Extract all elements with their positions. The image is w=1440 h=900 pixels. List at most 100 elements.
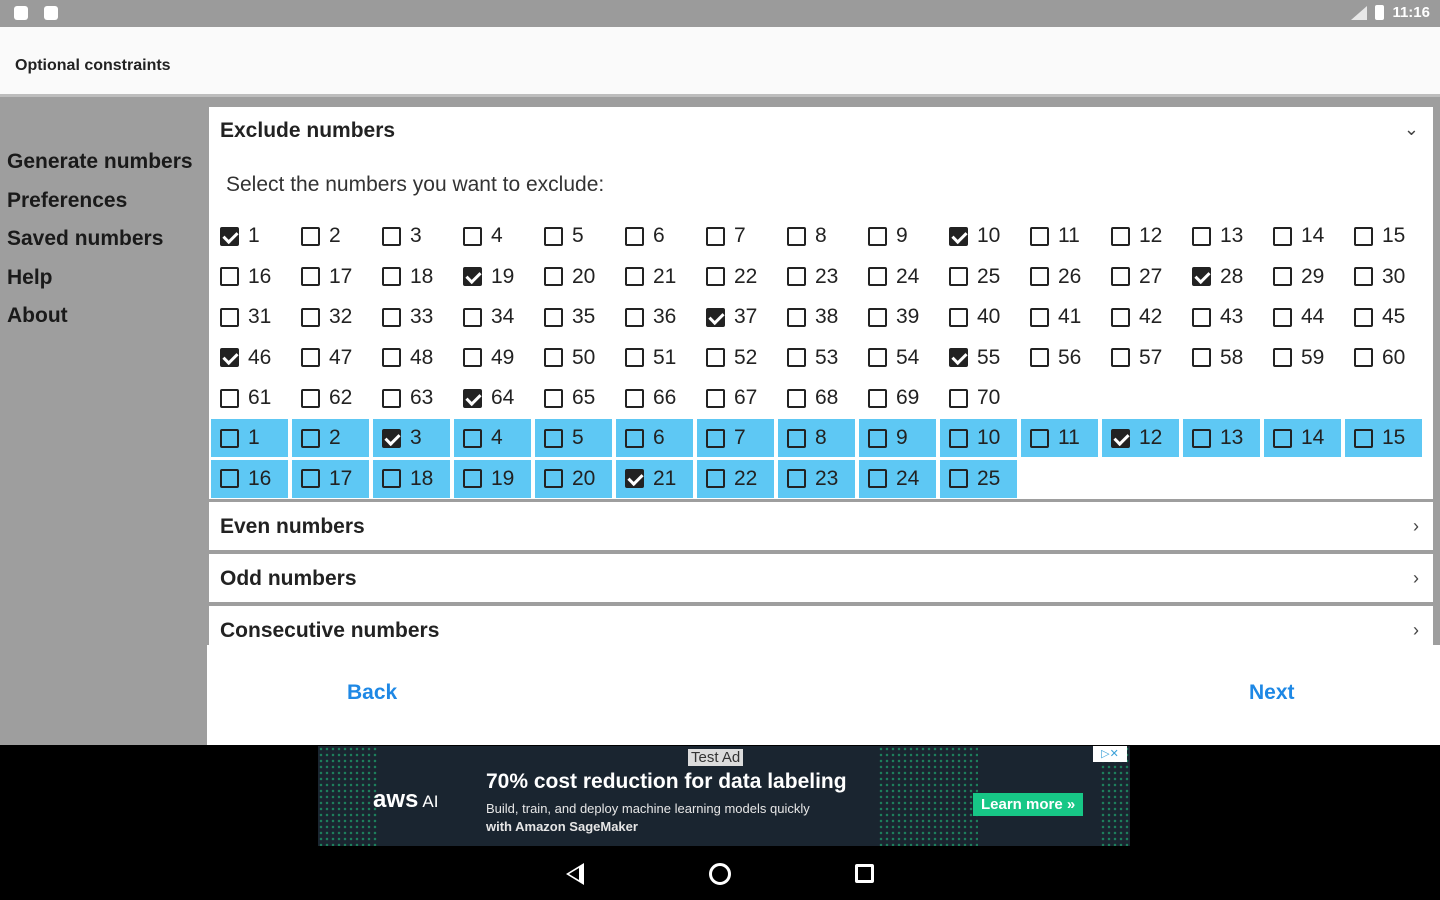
number-checkbox[interactable]: 4 (452, 216, 533, 256)
home-icon[interactable] (709, 863, 731, 885)
bonus-number-checkbox[interactable]: 14 (1264, 419, 1341, 457)
checkbox-icon[interactable] (382, 307, 401, 327)
ad-cta-button[interactable]: Learn more » (973, 793, 1084, 816)
checkbox-icon[interactable] (463, 348, 482, 367)
checkbox-icon[interactable] (949, 428, 968, 448)
checkbox-icon[interactable] (625, 267, 644, 286)
bonus-number-checkbox[interactable]: 1 (211, 419, 288, 457)
checkbox-icon[interactable] (301, 348, 320, 367)
checkbox-icon[interactable] (1030, 226, 1049, 246)
checkbox-icon[interactable] (706, 428, 725, 448)
number-checkbox[interactable]: 70 (938, 378, 1019, 418)
odd-numbers-section[interactable]: Odd numbers › (209, 554, 1433, 602)
checkbox-icon[interactable] (1111, 267, 1130, 286)
number-checkbox[interactable]: 65 (533, 378, 614, 418)
checkbox-icon[interactable] (1273, 428, 1292, 448)
checked-box-icon[interactable] (625, 469, 644, 488)
number-checkbox[interactable]: 48 (371, 338, 452, 378)
checkbox-icon[interactable] (382, 267, 401, 286)
checkbox-icon[interactable] (868, 226, 887, 246)
number-checkbox[interactable]: 62 (290, 378, 371, 418)
bonus-number-checkbox[interactable]: 20 (535, 459, 612, 498)
checkbox-icon[interactable] (868, 267, 887, 286)
bonus-number-checkbox[interactable]: 16 (211, 459, 288, 498)
number-checkbox[interactable]: 23 (776, 257, 857, 297)
number-checkbox[interactable]: 8 (776, 216, 857, 256)
checkbox-icon[interactable] (868, 388, 887, 408)
number-checkbox[interactable]: 15 (1343, 216, 1424, 256)
checkbox-icon[interactable] (1273, 307, 1292, 327)
recent-apps-icon[interactable] (855, 864, 874, 883)
checked-box-icon[interactable] (463, 267, 482, 286)
sidebar-item-preferences[interactable]: Preferences (0, 185, 207, 224)
bonus-number-checkbox[interactable]: 6 (616, 419, 693, 457)
bonus-number-checkbox[interactable]: 15 (1345, 419, 1422, 457)
checked-box-icon[interactable] (1111, 428, 1130, 448)
bonus-number-checkbox[interactable]: 2 (292, 419, 369, 457)
sidebar-item-help[interactable]: Help (0, 262, 207, 301)
checkbox-icon[interactable] (1354, 348, 1373, 367)
number-checkbox[interactable]: 27 (1100, 257, 1181, 297)
bonus-number-checkbox[interactable]: 5 (535, 419, 612, 457)
checked-box-icon[interactable] (220, 348, 239, 367)
number-checkbox[interactable]: 58 (1181, 338, 1262, 378)
bonus-number-checkbox[interactable]: 12 (1102, 419, 1179, 457)
checkbox-icon[interactable] (301, 388, 320, 408)
exclude-numbers-header[interactable]: Exclude numbers (220, 119, 395, 143)
checkbox-icon[interactable] (1030, 428, 1049, 448)
number-checkbox[interactable]: 35 (533, 297, 614, 337)
checkbox-icon[interactable] (787, 388, 806, 408)
number-checkbox[interactable]: 41 (1019, 297, 1100, 337)
checkbox-icon[interactable] (787, 267, 806, 286)
checked-box-icon[interactable] (382, 428, 401, 448)
number-checkbox[interactable]: 69 (857, 378, 938, 418)
number-checkbox[interactable]: 36 (614, 297, 695, 337)
checkbox-icon[interactable] (301, 267, 320, 286)
checkbox-icon[interactable] (1030, 307, 1049, 327)
number-checkbox[interactable]: 32 (290, 297, 371, 337)
number-checkbox[interactable]: 26 (1019, 257, 1100, 297)
number-checkbox[interactable]: 44 (1262, 297, 1343, 337)
bonus-number-checkbox[interactable]: 18 (373, 459, 450, 498)
number-checkbox[interactable]: 18 (371, 257, 452, 297)
checkbox-icon[interactable] (706, 267, 725, 286)
checked-box-icon[interactable] (949, 348, 968, 367)
checkbox-icon[interactable] (868, 428, 887, 448)
checkbox-icon[interactable] (1111, 226, 1130, 246)
bonus-number-checkbox[interactable]: 4 (454, 419, 531, 457)
bonus-number-checkbox[interactable]: 13 (1183, 419, 1260, 457)
number-checkbox[interactable]: 11 (1019, 216, 1100, 256)
number-checkbox[interactable]: 16 (209, 257, 290, 297)
checkbox-icon[interactable] (625, 428, 644, 448)
number-checkbox[interactable]: 66 (614, 378, 695, 418)
number-checkbox[interactable]: 64 (452, 378, 533, 418)
number-checkbox[interactable]: 6 (614, 216, 695, 256)
bonus-number-checkbox[interactable]: 23 (778, 459, 855, 498)
number-checkbox[interactable]: 67 (695, 378, 776, 418)
number-checkbox[interactable]: 20 (533, 257, 614, 297)
checkbox-icon[interactable] (544, 267, 563, 286)
number-checkbox[interactable]: 40 (938, 297, 1019, 337)
checkbox-icon[interactable] (625, 226, 644, 246)
number-checkbox[interactable]: 54 (857, 338, 938, 378)
number-checkbox[interactable]: 17 (290, 257, 371, 297)
checkbox-icon[interactable] (787, 348, 806, 367)
checkbox-icon[interactable] (787, 307, 806, 327)
number-checkbox[interactable]: 25 (938, 257, 1019, 297)
checkbox-icon[interactable] (949, 469, 968, 488)
checkbox-icon[interactable] (949, 307, 968, 327)
checkbox-icon[interactable] (706, 348, 725, 367)
number-checkbox[interactable]: 2 (290, 216, 371, 256)
bonus-number-checkbox[interactable]: 8 (778, 419, 855, 457)
back-button[interactable]: Back (347, 681, 397, 705)
checkbox-icon[interactable] (787, 226, 806, 246)
checked-box-icon[interactable] (949, 226, 968, 246)
checkbox-icon[interactable] (1030, 348, 1049, 367)
checkbox-icon[interactable] (1111, 307, 1130, 327)
checkbox-icon[interactable] (301, 226, 320, 246)
bonus-number-checkbox[interactable]: 24 (859, 459, 936, 498)
checkbox-icon[interactable] (949, 267, 968, 286)
number-checkbox[interactable]: 12 (1100, 216, 1181, 256)
checkbox-icon[interactable] (949, 388, 968, 408)
checkbox-icon[interactable] (1030, 267, 1049, 286)
